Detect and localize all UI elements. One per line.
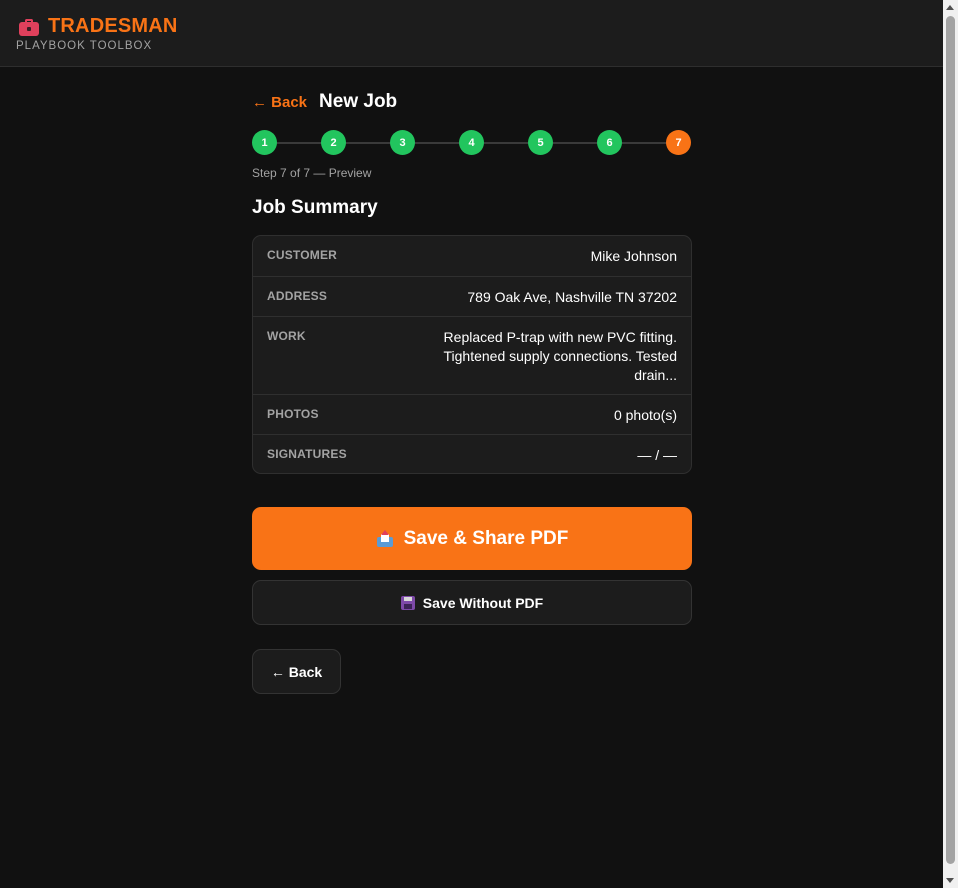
row-value: Mike Johnson xyxy=(590,248,677,264)
outbox-tray-icon xyxy=(376,529,394,548)
scroll-up-arrow-icon[interactable] xyxy=(946,5,954,10)
stepper: 1 2 3 4 5 6 7 xyxy=(252,130,692,156)
step-3[interactable]: 3 xyxy=(390,130,415,155)
row-value: Replaced P-trap with new PVC fitting. Ti… xyxy=(443,329,678,383)
page-title: New Job xyxy=(319,91,398,112)
row-label: SIGNATURES xyxy=(267,447,347,461)
save-without-pdf-button[interactable]: Save Without PDF xyxy=(252,580,692,625)
row-label: ADDRESS xyxy=(267,289,328,303)
row-value: 0 photo(s) xyxy=(613,407,677,423)
back-link[interactable]: ← Back xyxy=(252,94,307,111)
row-value: — / — xyxy=(637,447,677,463)
section-title: Job Summary xyxy=(252,197,378,218)
row-label: CUSTOMER xyxy=(267,248,338,262)
new-job-main: ← Back New Job 1 2 3 4 5 6 7 Step 7 of 7… xyxy=(252,88,692,694)
step-2[interactable]: 2 xyxy=(321,130,346,155)
save-share-pdf-button[interactable]: Save & Share PDF xyxy=(252,507,692,570)
row-value: 789 Oak Ave, Nashville TN 37202 xyxy=(467,289,677,305)
save-share-pdf-label: Save & Share PDF xyxy=(403,527,569,549)
job-summary-card: CUSTOMER Mike Johnson ADDRESS 789 Oak Av… xyxy=(252,235,692,474)
summary-row-address: ADDRESS 789 Oak Ave, Nashville TN 37202 xyxy=(253,276,691,316)
row-label: PHOTOS xyxy=(267,407,319,421)
app-viewport: TRADESMAN PLAYBOOK TOOLBOX ← Back New Jo… xyxy=(0,0,958,888)
summary-row-photos: PHOTOS 0 photo(s) xyxy=(253,394,691,434)
brand-name: TRADESMAN xyxy=(48,15,178,37)
scroll-down-arrow-icon[interactable] xyxy=(946,878,954,883)
app-header: TRADESMAN PLAYBOOK TOOLBOX xyxy=(0,0,943,67)
brand-subtitle: PLAYBOOK TOOLBOX xyxy=(16,40,153,52)
step-5[interactable]: 5 xyxy=(528,130,553,155)
row-label: WORK xyxy=(267,329,306,343)
page-head: ← Back New Job xyxy=(252,88,692,116)
back-button[interactable]: ← Back xyxy=(252,649,341,694)
step-4[interactable]: 4 xyxy=(459,130,484,155)
summary-row-signatures: SIGNATURES — / — xyxy=(253,434,691,473)
step-6[interactable]: 6 xyxy=(597,130,622,155)
step-1[interactable]: 1 xyxy=(252,130,277,155)
summary-row-work: WORK Replaced P-trap with new PVC fittin… xyxy=(253,316,691,394)
vertical-scrollbar[interactable] xyxy=(943,0,958,888)
step-caption: Step 7 of 7 — Preview xyxy=(252,166,372,180)
brand[interactable]: TRADESMAN xyxy=(18,15,178,38)
save-without-pdf-label: Save Without PDF xyxy=(422,594,544,611)
step-7-current[interactable]: 7 xyxy=(666,130,691,155)
summary-row-customer: CUSTOMER Mike Johnson xyxy=(253,236,691,276)
toolbox-icon xyxy=(18,17,40,37)
floppy-disk-icon xyxy=(400,595,415,610)
scroll-thumb[interactable] xyxy=(946,16,955,864)
